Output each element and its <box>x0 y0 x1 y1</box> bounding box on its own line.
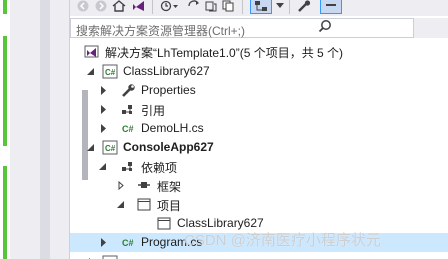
projects-label: 项目 <box>157 199 182 213</box>
collapsed-arrow-icon[interactable] <box>98 123 108 134</box>
search-options[interactable] <box>414 18 448 38</box>
expanded-arrow-icon[interactable] <box>116 199 126 210</box>
chevron-down-icon[interactable] <box>274 0 286 14</box>
csharp-project-icon: C# <box>102 140 118 155</box>
solution-tree: 解决方案“LhTemplate1.0”(5 个项目，共 5 个) C# Clas… <box>70 42 448 259</box>
refresh-icon[interactable] <box>186 0 202 14</box>
editor-scrollbar[interactable] <box>40 0 88 259</box>
svg-text:C#: C# <box>105 68 116 77</box>
references-icon <box>122 105 132 114</box>
toolbar-separator <box>289 0 290 14</box>
search-input[interactable]: 搜索解决方案资源管理器(Ctrl+;) <box>70 18 414 38</box>
references-label: 引用 <box>141 104 166 118</box>
project-label: ClassLibrary627 <box>123 64 210 78</box>
collapsed-arrow-icon[interactable] <box>116 180 126 191</box>
change-marker <box>3 0 7 14</box>
solution-label: 解决方案“LhTemplate1.0”(5 个项目，共 5 个) <box>105 46 344 60</box>
csharp-project-icon <box>102 255 118 259</box>
csharp-project-icon: C# <box>102 64 118 79</box>
framework-icon <box>138 182 150 188</box>
svg-text:C#: C# <box>122 238 134 248</box>
tree-item-solution[interactable]: 解决方案“LhTemplate1.0”(5 个项目，共 5 个) <box>70 42 448 61</box>
tree-item-partial[interactable] <box>70 253 448 259</box>
change-marker <box>3 36 7 146</box>
back-icon[interactable] <box>76 0 90 14</box>
vs-icon[interactable] <box>130 0 148 14</box>
tree-item-file[interactable]: C# DemoLH.cs <box>70 119 448 138</box>
collapsed-arrow-icon[interactable] <box>98 104 108 115</box>
collapse-all-icon[interactable] <box>250 0 272 14</box>
csharp-file-icon: C# <box>122 124 134 134</box>
file-label: DemoLH.cs <box>141 121 204 135</box>
wrench-icon <box>122 84 135 97</box>
dependencies-label: 依赖项 <box>141 161 178 175</box>
change-markers <box>0 0 10 259</box>
history-icon[interactable] <box>158 0 182 14</box>
dependencies-icon <box>122 162 132 171</box>
expanded-arrow-icon[interactable] <box>98 161 108 172</box>
preview-icon[interactable] <box>320 0 342 14</box>
tree-item-startup-project[interactable]: C# ConsoleApp627 <box>70 138 448 157</box>
search-icon[interactable] <box>316 17 336 37</box>
tree-item-frameworks[interactable]: 框架 <box>70 176 448 195</box>
svg-text:C#: C# <box>122 124 134 134</box>
toolbar-separator <box>152 0 153 14</box>
csharp-file-icon: C# <box>122 238 134 248</box>
project-reference-icon <box>157 217 171 230</box>
svg-text:C#: C# <box>105 144 116 153</box>
search-placeholder: 搜索解决方案资源管理器(Ctrl+;) <box>76 24 245 38</box>
watermark: CSDN @济南医疗小程序状元 <box>184 232 381 249</box>
properties-label: Properties <box>141 83 196 97</box>
change-marker <box>3 166 7 259</box>
collapsed-arrow-icon[interactable] <box>98 85 108 96</box>
project-folder-icon <box>137 198 151 211</box>
editor-gutter <box>0 0 88 259</box>
tree-item-dependencies[interactable]: 依赖项 <box>70 157 448 176</box>
tree-item-projects[interactable]: 项目 <box>70 195 448 214</box>
project-reference-label: ClassLibrary627 <box>177 216 264 230</box>
wrench-icon[interactable] <box>294 0 314 14</box>
tree-item-project[interactable]: C# ClassLibrary627 <box>70 62 448 81</box>
expanded-arrow-icon[interactable] <box>86 66 96 77</box>
sync-icon[interactable] <box>204 0 218 14</box>
copy-icon[interactable] <box>220 0 236 14</box>
expanded-arrow-icon[interactable] <box>86 142 96 153</box>
solution-icon <box>84 45 99 58</box>
toolbar-separator <box>242 0 243 14</box>
project-label: ConsoleApp627 <box>123 140 214 154</box>
tree-item-references[interactable]: 引用 <box>70 100 448 119</box>
tree-item-properties[interactable]: Properties <box>70 81 448 100</box>
frameworks-label: 框架 <box>157 180 182 194</box>
collapsed-arrow-icon[interactable] <box>98 237 108 248</box>
forward-icon[interactable] <box>94 0 108 14</box>
home-icon[interactable] <box>110 0 128 14</box>
solution-explorer-toolbar <box>70 0 448 16</box>
